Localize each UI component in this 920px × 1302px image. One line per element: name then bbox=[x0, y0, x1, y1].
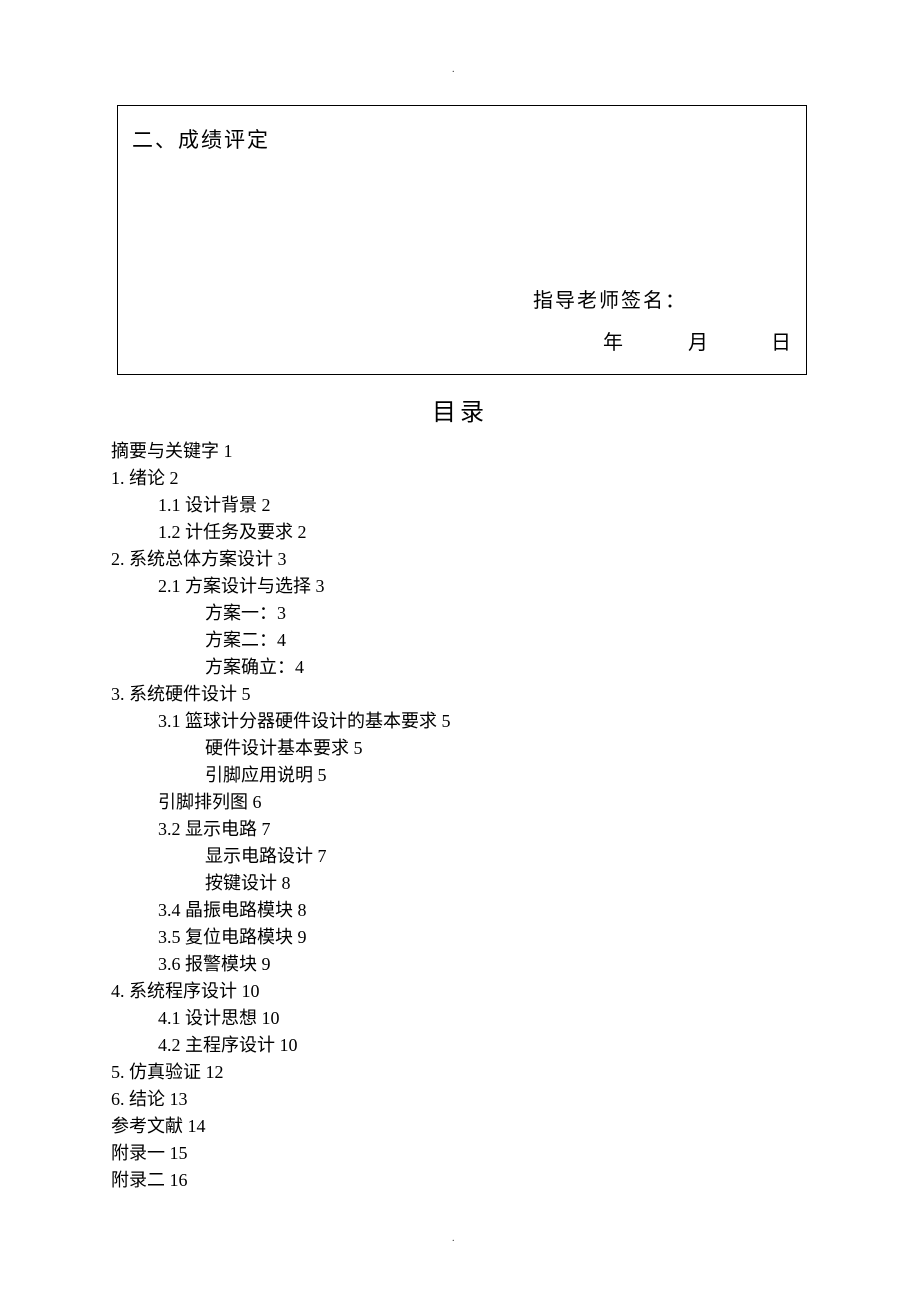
toc-heading: 目录 bbox=[0, 392, 920, 427]
toc-item: 2.1 方案设计与选择 3 bbox=[111, 573, 811, 600]
toc-item: 方案二：4 bbox=[111, 627, 811, 654]
toc-item: 3.2 显示电路 7 bbox=[111, 816, 811, 843]
toc-item: 按键设计 8 bbox=[111, 870, 811, 897]
toc-item: 硬件设计基本要求 5 bbox=[111, 735, 811, 762]
toc-item: 附录一 15 bbox=[111, 1140, 811, 1167]
toc-item: 4.2 主程序设计 10 bbox=[111, 1032, 811, 1059]
toc-item: 1. 绪论 2 bbox=[111, 465, 811, 492]
toc-item: 参考文献 14 bbox=[111, 1113, 811, 1140]
toc-item: 4. 系统程序设计 10 bbox=[111, 978, 811, 1005]
page-mark-bottom: . bbox=[452, 1233, 455, 1244]
toc-item: 引脚应用说明 5 bbox=[111, 762, 811, 789]
toc-item: 5. 仿真验证 12 bbox=[111, 1059, 811, 1086]
signature-label: 指导老师签名： bbox=[533, 284, 793, 313]
toc-item: 2. 系统总体方案设计 3 bbox=[111, 546, 811, 573]
toc-item: 3.6 报警模块 9 bbox=[111, 951, 811, 978]
grade-box: 二、成绩评定 指导老师签名： 年 月 日 bbox=[117, 105, 807, 375]
toc-list: 摘要与关键字 11. 绪论 21.1 设计背景 21.2 计任务及要求 22. … bbox=[111, 438, 811, 1194]
toc-item: 方案一：3 bbox=[111, 600, 811, 627]
toc-item: 附录二 16 bbox=[111, 1167, 811, 1194]
toc-item: 方案确立：4 bbox=[111, 654, 811, 681]
grade-title: 二、成绩评定 bbox=[132, 124, 792, 154]
toc-item: 显示电路设计 7 bbox=[111, 843, 811, 870]
toc-item: 引脚排列图 6 bbox=[111, 789, 811, 816]
date-year-label: 年 bbox=[533, 326, 623, 355]
date-month-label: 月 bbox=[628, 326, 708, 355]
toc-item: 3.1 篮球计分器硬件设计的基本要求 5 bbox=[111, 708, 811, 735]
toc-item: 3.5 复位电路模块 9 bbox=[111, 924, 811, 951]
toc-item: 1.1 设计背景 2 bbox=[111, 492, 811, 519]
toc-item: 6. 结论 13 bbox=[111, 1086, 811, 1113]
date-line: 年 月 日 bbox=[533, 326, 793, 355]
toc-item: 1.2 计任务及要求 2 bbox=[111, 519, 811, 546]
toc-item: 摘要与关键字 1 bbox=[111, 438, 811, 465]
toc-item: 4.1 设计思想 10 bbox=[111, 1005, 811, 1032]
page-mark-top: . bbox=[452, 64, 455, 75]
toc-item: 3.4 晶振电路模块 8 bbox=[111, 897, 811, 924]
date-day-label: 日 bbox=[713, 326, 791, 355]
toc-item: 3. 系统硬件设计 5 bbox=[111, 681, 811, 708]
